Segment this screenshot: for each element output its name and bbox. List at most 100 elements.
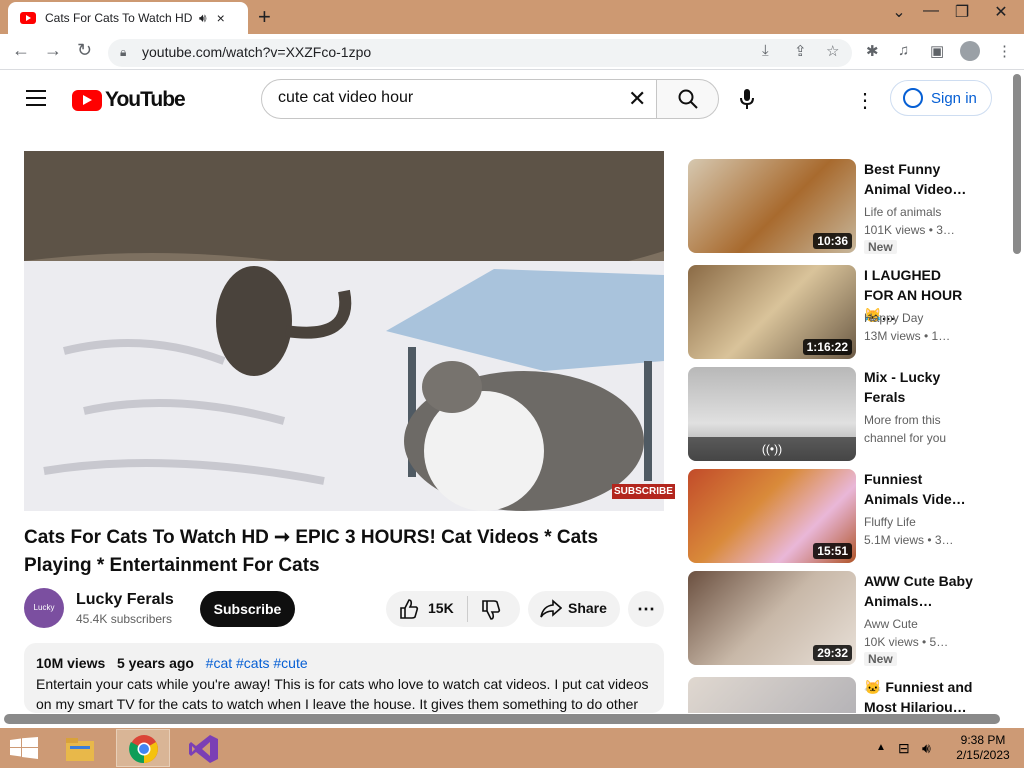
- network-icon[interactable]: ⊟: [898, 740, 910, 757]
- view-count: 10M views: [36, 655, 106, 671]
- file-explorer-icon[interactable]: [62, 732, 98, 766]
- horizontal-scrollbar[interactable]: [4, 714, 1000, 724]
- recommendation-title[interactable]: AWW Cute Baby Animals…: [864, 571, 974, 611]
- recommendation-thumbnail[interactable]: ((•)): [688, 367, 856, 461]
- recommendation-stats: 13M views • 1…: [864, 329, 951, 343]
- recommendation-title[interactable]: Funniest Animals Vide…: [864, 469, 974, 509]
- recommendation-item[interactable]: 🐱 Funniest and Most Hilariou…: [688, 677, 988, 713]
- visual-studio-icon[interactable]: [186, 732, 222, 766]
- new-badge: New: [864, 652, 897, 666]
- install-app-icon[interactable]: ⤓: [762, 42, 769, 59]
- recommendation-stats: channel for you: [864, 431, 947, 445]
- share-arrow-icon: [540, 599, 563, 624]
- restore-button[interactable]: ❐: [945, 2, 979, 22]
- youtube-favicon-icon: [20, 12, 36, 24]
- voice-search-button[interactable]: [739, 88, 755, 115]
- video-duration: 10:36: [813, 233, 852, 249]
- system-clock[interactable]: 9:38 PM 2/15/2023: [948, 733, 1018, 763]
- recommendation-item[interactable]: 15:51 Funniest Animals Vide… Fluffy Life…: [688, 469, 988, 565]
- description-line-1: Entertain your cats while you're away! T…: [36, 676, 649, 692]
- recommendation-title[interactable]: 🐱 Funniest and Most Hilariou…: [864, 677, 974, 713]
- forward-arrow-icon[interactable]: →: [44, 40, 62, 61]
- search-icon: [678, 89, 698, 109]
- thumbs-down-icon: [482, 600, 501, 620]
- subscribe-button[interactable]: Subscribe: [200, 591, 295, 627]
- chrome-icon: [129, 735, 158, 764]
- description-line-2: on my smart TV for the cats to watch whe…: [36, 696, 639, 712]
- recommendation-thumbnail[interactable]: [688, 677, 856, 713]
- recommendation-stats: 10K views • 5…: [864, 635, 949, 649]
- video-duration: 1:16:22: [802, 339, 852, 355]
- close-window-button[interactable]: ✕: [984, 2, 1018, 22]
- video-duration: 29:32: [813, 645, 852, 661]
- chrome-menu-icon[interactable]: ⋮: [997, 42, 1012, 60]
- recommendation-thumbnail[interactable]: 1:16:22: [688, 265, 856, 359]
- bookmark-star-icon[interactable]: ☆: [826, 42, 839, 60]
- more-actions-button[interactable]: ⋯: [628, 591, 664, 627]
- recommendation-thumbnail[interactable]: 29:32: [688, 571, 856, 665]
- video-frame-image: [24, 151, 664, 511]
- search-input-value[interactable]: cute cat video hour: [278, 89, 413, 107]
- channel-avatar[interactable]: Lucky Ferals: [24, 588, 64, 652]
- vertical-scrollbar[interactable]: [1013, 74, 1021, 254]
- new-tab-button[interactable]: +: [258, 4, 271, 30]
- recommendation-item[interactable]: ((•)) Mix - Lucky Ferals More from this …: [688, 367, 988, 463]
- recommendation-channel[interactable]: Happy Day: [864, 309, 923, 327]
- new-badge: New: [864, 240, 897, 254]
- recommendation-item[interactable]: 1:16:22 I LAUGHED FOR AN HOUR😹… Happy Da…: [688, 265, 988, 361]
- recommendation-channel[interactable]: Fluffy Life: [864, 513, 916, 531]
- extensions-puzzle-icon[interactable]: ✱: [866, 42, 879, 60]
- volume-icon[interactable]: 🔊︎: [922, 740, 931, 757]
- chrome-taskbar-button[interactable]: [116, 729, 170, 767]
- clock-date: 2/15/2023: [956, 748, 1010, 762]
- dislike-button[interactable]: [480, 599, 502, 626]
- lock-icon[interactable]: 🔒︎: [120, 45, 126, 60]
- windows-start-icon[interactable]: [10, 737, 38, 764]
- clock-time: 9:38 PM: [960, 733, 1006, 747]
- close-tab-button[interactable]: ×: [217, 10, 225, 26]
- mix-radio-icon: ((•)): [688, 437, 856, 461]
- profile-avatar[interactable]: [960, 41, 980, 61]
- hamburger-menu-icon[interactable]: [26, 90, 46, 111]
- minimize-button[interactable]: —: [914, 2, 948, 20]
- reload-icon[interactable]: ↻: [77, 40, 92, 61]
- youtube-play-icon: [72, 89, 102, 111]
- microphone-icon: [740, 89, 754, 109]
- recommendation-thumbnail[interactable]: 15:51: [688, 469, 856, 563]
- browser-tab[interactable]: Cats For Cats To Watch HD – 🔊︎ ×: [8, 2, 248, 34]
- channel-name[interactable]: Lucky Ferals: [76, 591, 174, 609]
- recommendation-title[interactable]: Mix - Lucky Ferals: [864, 367, 974, 407]
- thumbs-up-icon: [400, 599, 419, 619]
- sign-in-button[interactable]: Sign in: [890, 80, 992, 116]
- recommendation-thumbnail[interactable]: 10:36: [688, 159, 856, 253]
- share-page-icon[interactable]: ⇪: [794, 42, 807, 60]
- video-player[interactable]: [24, 151, 664, 511]
- video-duration: 15:51: [813, 543, 852, 559]
- audio-playing-icon[interactable]: 🔊︎: [199, 11, 207, 26]
- share-label: Share: [568, 600, 607, 616]
- side-panel-icon[interactable]: ▣: [930, 42, 944, 60]
- show-hidden-icons[interactable]: ▲: [876, 742, 886, 753]
- subscribe-watermark[interactable]: SUBSCRIBE: [612, 484, 675, 499]
- recommendation-channel: More from this: [864, 413, 941, 427]
- youtube-logo[interactable]: YouTube: [72, 88, 186, 112]
- recommendation-channel[interactable]: Life of animals: [864, 203, 941, 221]
- recommendation-title[interactable]: Best Funny Animal Video…: [864, 159, 974, 199]
- media-control-icon[interactable]: ♫: [898, 42, 909, 59]
- like-divider: [467, 596, 468, 622]
- url-text[interactable]: youtube.com/watch?v=XXZFco-1zpo: [142, 44, 371, 60]
- sign-in-label: Sign in: [931, 89, 977, 107]
- like-count[interactable]: 15K: [428, 600, 454, 616]
- settings-menu-icon[interactable]: ⋮: [855, 88, 875, 113]
- like-button[interactable]: [398, 598, 420, 625]
- channel-subscriber-count: 45.4K subscribers: [76, 612, 173, 626]
- hashtags[interactable]: #cat #cats #cute: [206, 655, 308, 671]
- recommendation-item[interactable]: 10:36 Best Funny Animal Video… Life of a…: [688, 159, 988, 255]
- recommendation-channel[interactable]: Aww Cute: [864, 615, 918, 633]
- tab-search-button[interactable]: ⌄: [882, 2, 916, 22]
- upload-age: 5 years ago: [116, 655, 194, 671]
- search-button[interactable]: [656, 79, 719, 119]
- clear-search-icon[interactable]: ✕: [628, 86, 646, 112]
- back-arrow-icon[interactable]: ←: [12, 40, 30, 61]
- recommendation-item[interactable]: 29:32 AWW Cute Baby Animals… Aww Cute 10…: [688, 571, 988, 667]
